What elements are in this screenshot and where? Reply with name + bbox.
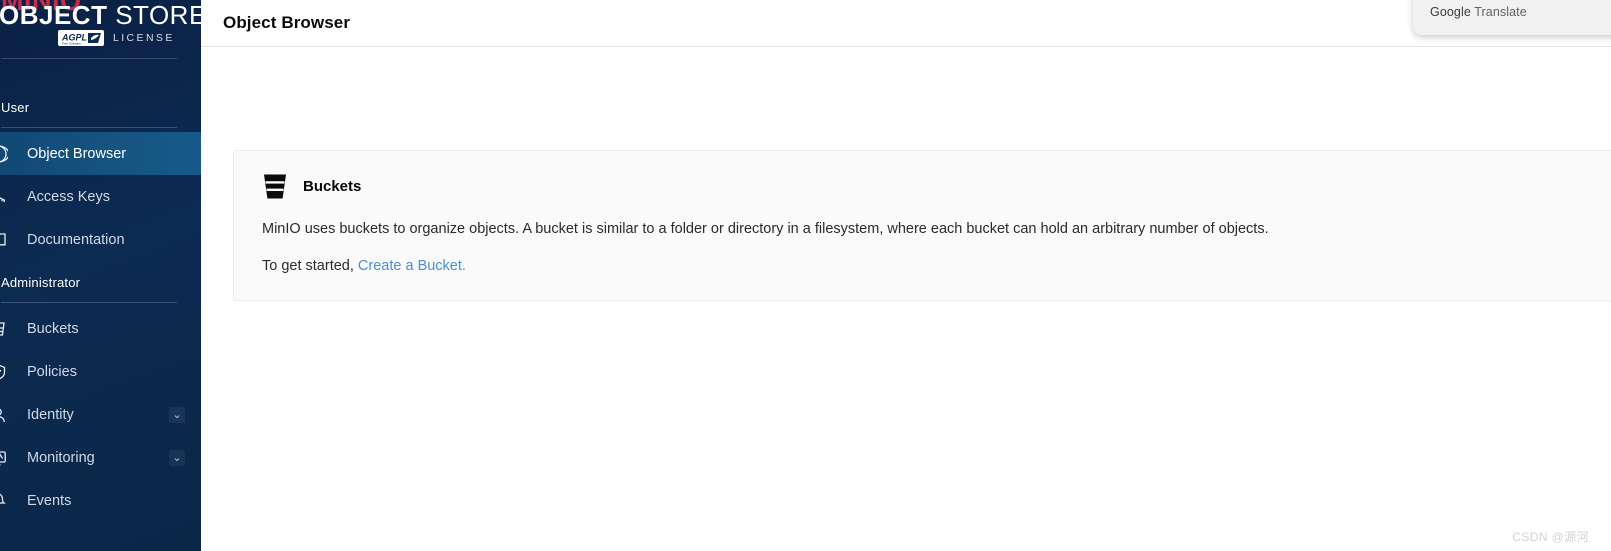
sidebar-item-object-browser[interactable]: Object Browser — [0, 132, 201, 175]
section-label-user: User — [1, 100, 30, 115]
monitoring-icon — [0, 447, 9, 469]
sidebar-item-label: Identity — [27, 406, 74, 423]
section-divider-administrator — [1, 302, 177, 303]
card-title: Buckets — [303, 178, 362, 195]
sidebar-item-label: Monitoring — [27, 449, 95, 466]
page-title: Object Browser — [223, 13, 351, 32]
chevron-down-icon[interactable]: ⌄ — [169, 449, 185, 466]
main-content: Object Browser Buckets MinIO uses bucket… — [201, 0, 1611, 551]
nav-administrator: Buckets Policies Identity ⌄ Monitoring ⌄… — [0, 307, 201, 522]
bucket-icon — [0, 318, 9, 340]
license-label: LICENSE — [113, 32, 175, 44]
svg-text:Free Software: Free Software — [62, 42, 81, 46]
book-icon — [0, 229, 9, 251]
brand-divider — [1, 58, 177, 59]
google-brand-text: Google — [1430, 5, 1471, 19]
policy-icon — [0, 361, 9, 383]
translate-text: Translate — [1470, 5, 1527, 19]
minio-console-window: MINIO OBJECT STORE AGPL Free Software LI… — [0, 0, 1611, 551]
sidebar-item-identity[interactable]: Identity ⌄ — [0, 393, 201, 436]
google-translate-popup[interactable]: Google Translate — [1413, 0, 1611, 35]
card-header: Buckets — [262, 173, 1611, 200]
create-bucket-link[interactable]: Create a Bucket. — [358, 258, 466, 274]
sidebar-item-monitoring[interactable]: Monitoring ⌄ — [0, 436, 201, 479]
license-row: AGPL Free Software LICENSE — [58, 30, 175, 46]
sidebar-item-events[interactable]: Events — [0, 479, 201, 522]
sidebar: MINIO OBJECT STORE AGPL Free Software LI… — [0, 0, 201, 551]
sidebar-item-label: Policies — [27, 363, 77, 380]
sidebar-item-policies[interactable]: Policies — [0, 350, 201, 393]
sidebar-item-buckets[interactable]: Buckets — [0, 307, 201, 350]
sidebar-item-label: Documentation — [27, 231, 125, 248]
sidebar-item-label: Events — [27, 492, 72, 509]
agpl-icon: AGPL Free Software — [58, 30, 104, 46]
cta-prefix: To get started, — [262, 258, 358, 275]
key-icon — [0, 186, 9, 208]
object-browser-icon — [0, 143, 9, 165]
nav-user: Object Browser Access Keys Documentation — [0, 132, 201, 261]
card-description: MinIO uses buckets to organize objects. … — [262, 221, 1269, 237]
card-cta: To get started, Create a Bucket. — [262, 258, 1611, 274]
buckets-info-card: Buckets MinIO uses buckets to organize o… — [233, 150, 1611, 302]
section-divider-user — [1, 127, 177, 128]
sidebar-item-documentation[interactable]: Documentation — [0, 218, 201, 261]
sidebar-item-access-keys[interactable]: Access Keys — [0, 175, 201, 218]
bucket-icon — [262, 173, 288, 200]
google-translate-label: Google Translate — [1430, 5, 1527, 19]
brand-logo: MINIO OBJECT STORE AGPL Free Software LI… — [0, 0, 201, 59]
brand-object-text: OBJECT — [0, 0, 108, 30]
object-store-title: OBJECT STORE — [0, 0, 201, 30]
sidebar-item-label: Object Browser — [27, 145, 127, 162]
brand-store-text: STORE — [115, 0, 201, 30]
section-label-administrator: Administrator — [1, 275, 81, 290]
chevron-down-icon[interactable]: ⌄ — [169, 406, 185, 423]
events-icon — [0, 490, 9, 512]
sidebar-item-label: Access Keys — [27, 188, 110, 205]
watermark: CSDN @源河 — [1512, 530, 1589, 544]
page-header: Object Browser — [201, 0, 1611, 47]
sidebar-item-label: Buckets — [27, 320, 79, 337]
identity-icon — [0, 404, 9, 426]
